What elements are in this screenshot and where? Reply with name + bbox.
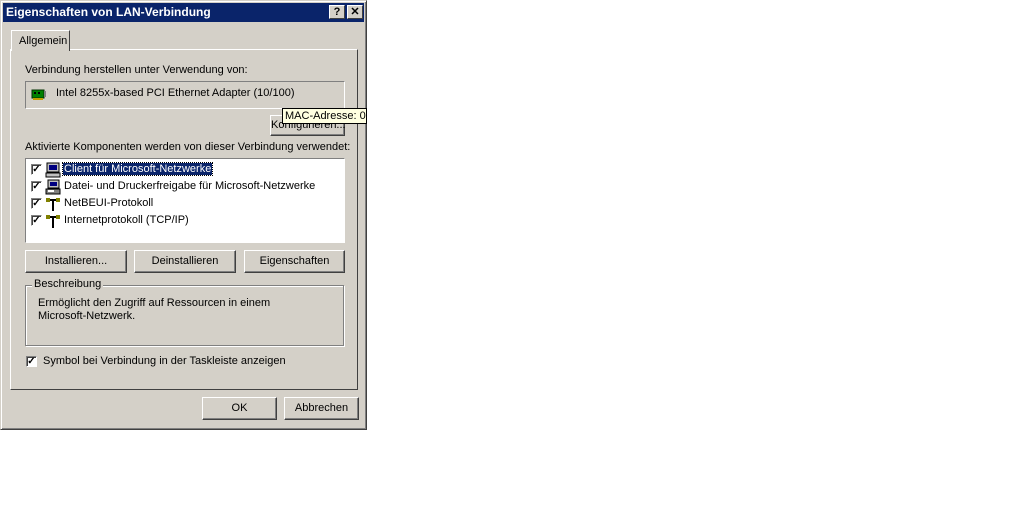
network-client-icon bbox=[45, 162, 61, 178]
tab-allgemein[interactable]: Allgemein bbox=[11, 30, 70, 51]
description-legend: Beschreibung bbox=[32, 278, 104, 290]
connection-label: Verbindung herstellen unter Verwendung v… bbox=[25, 64, 248, 76]
uninstall-button[interactable]: Deinstallieren bbox=[134, 250, 236, 273]
list-item[interactable]: ✓ Datei- und Druckerfreigabe für Microso… bbox=[31, 179, 331, 195]
components-label: Aktivierte Komponenten werden von dieser… bbox=[25, 141, 351, 153]
cancel-label: Abbrechen bbox=[294, 402, 349, 414]
title-bar[interactable]: Eigenschaften von LAN-Verbindung ? ✕ bbox=[3, 3, 364, 22]
component-checkbox[interactable]: ✓ bbox=[31, 181, 42, 192]
properties-dialog: Eigenschaften von LAN-Verbindung ? ✕ All… bbox=[0, 0, 367, 430]
close-button[interactable]: ✕ bbox=[347, 5, 363, 19]
description-text-line2: Microsoft-Netzwerk. bbox=[38, 310, 136, 322]
adapter-name: Intel 8255x-based PCI Ethernet Adapter (… bbox=[56, 87, 295, 99]
tab-panel: Verbindung herstellen unter Verwendung v… bbox=[10, 49, 358, 390]
component-checkbox[interactable]: ✓ bbox=[31, 198, 42, 209]
components-list[interactable]: ✓ Client für Microsoft-Netzwerke ✓ Datei… bbox=[25, 158, 345, 243]
component-checkbox[interactable]: ✓ bbox=[31, 215, 42, 226]
taskbar-icon-checkbox[interactable]: ✓ bbox=[26, 356, 37, 367]
protocol-icon bbox=[46, 198, 60, 211]
file-printer-sharing-icon bbox=[45, 179, 61, 195]
window-title: Eigenschaften von LAN-Verbindung bbox=[6, 5, 211, 19]
install-label: Installieren... bbox=[44, 255, 108, 267]
list-item[interactable]: ✓ NetBEUI-Protokoll bbox=[31, 196, 331, 212]
mac-address-tooltip: MAC-Adresse: 00 bbox=[282, 108, 367, 124]
install-button[interactable]: Installieren... bbox=[25, 250, 127, 273]
list-item[interactable]: ✓ Client für Microsoft-Netzwerke bbox=[31, 162, 331, 178]
tab-label: Allgemein bbox=[19, 35, 68, 47]
description-text-line1: Ermöglicht den Zugriff auf Ressourcen in… bbox=[38, 297, 271, 309]
component-label: Datei- und Druckerfreigabe für Microsoft… bbox=[64, 180, 316, 192]
cancel-button[interactable]: Abbrechen bbox=[284, 397, 359, 420]
description-group: Beschreibung Ermöglicht den Zugriff auf … bbox=[25, 278, 344, 346]
component-label: NetBEUI-Protokoll bbox=[64, 197, 154, 209]
ok-button[interactable]: OK bbox=[202, 397, 277, 420]
help-button[interactable]: ? bbox=[329, 5, 345, 19]
component-label: Client für Microsoft-Netzwerke bbox=[61, 162, 214, 176]
component-label: Internetprotokoll (TCP/IP) bbox=[64, 214, 189, 226]
component-checkbox[interactable]: ✓ bbox=[31, 164, 42, 175]
properties-button[interactable]: Eigenschaften bbox=[244, 250, 345, 273]
network-card-icon bbox=[31, 89, 46, 100]
taskbar-icon-label: Symbol bei Verbindung in der Taskleiste … bbox=[43, 355, 286, 367]
list-item[interactable]: ✓ Internetprotokoll (TCP/IP) bbox=[31, 213, 331, 229]
adapter-field: Intel 8255x-based PCI Ethernet Adapter (… bbox=[25, 81, 345, 109]
protocol-icon bbox=[46, 215, 60, 228]
ok-label: OK bbox=[231, 402, 248, 414]
uninstall-label: Deinstallieren bbox=[151, 255, 219, 267]
properties-label: Eigenschaften bbox=[259, 255, 330, 267]
